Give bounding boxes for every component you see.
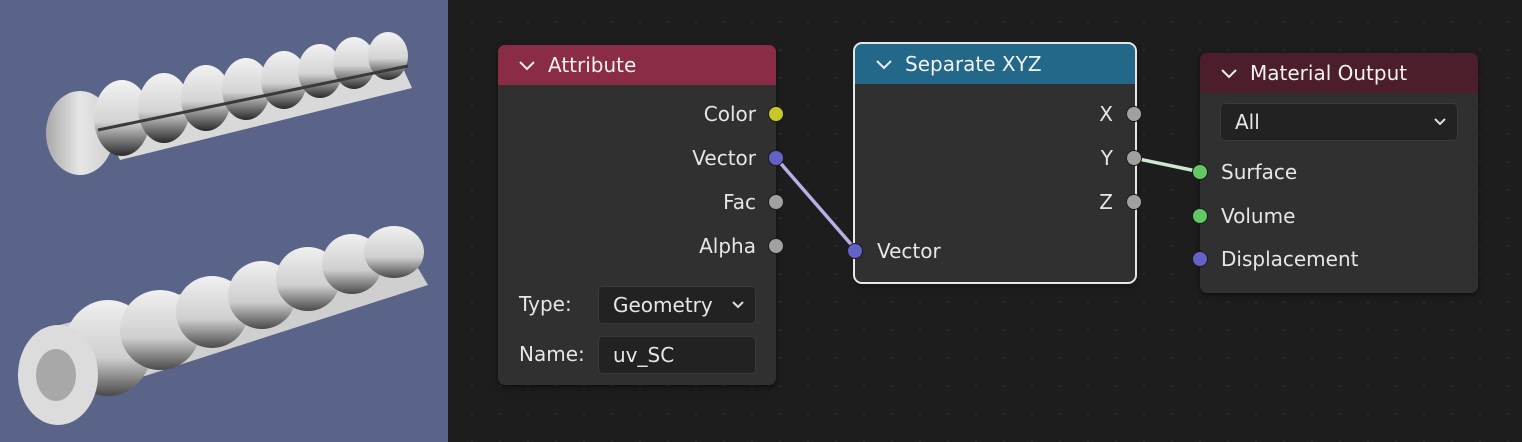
input-surface-label: Surface [1221,160,1298,184]
node-editor[interactable]: Attribute Color Vector Fac Alpha Type: G… [448,0,1522,442]
separate-xyz-node[interactable]: Separate XYZ X Y Z Vector [847,42,1142,284]
output-x-socket[interactable] [1126,106,1142,122]
chevron-down-icon [1433,104,1447,151]
output-fac-socket[interactable] [768,194,784,210]
output-color-label: Color [703,102,756,126]
separate-xyz-node-header[interactable]: Separate XYZ [855,44,1135,84]
output-z-socket[interactable] [1126,194,1142,210]
link-vector [774,156,858,252]
input-displacement-socket[interactable] [1192,251,1208,267]
output-vector-socket[interactable] [768,150,784,166]
output-fac-label: Fac [723,190,756,214]
output-alpha-label: Alpha [699,234,756,258]
node-title: Separate XYZ [905,52,1042,76]
screw-object-bottom[interactable] [18,226,428,425]
chevron-down-icon [731,287,745,334]
input-displacement-label: Displacement [1221,247,1359,271]
screw-object-top[interactable] [46,32,412,175]
node-title: Attribute [548,53,637,77]
input-surface-socket[interactable] [1192,164,1208,180]
output-z-label: Z [1099,190,1113,214]
output-x-label: X [1099,102,1113,126]
node-title: Material Output [1250,61,1408,85]
name-input[interactable]: uv_SC [598,336,756,374]
chevron-down-icon[interactable] [1220,61,1242,85]
3d-viewport[interactable] [0,0,448,442]
chevron-down-icon[interactable] [518,53,540,77]
material-output-node-header[interactable]: Material Output [1200,53,1478,93]
output-color-socket[interactable] [768,106,784,122]
attribute-node[interactable]: Attribute Color Vector Fac Alpha Type: G… [498,45,784,385]
output-y-label: Y [1100,146,1113,170]
type-label: Type: [519,292,572,316]
name-label: Name: [519,342,585,366]
input-volume-label: Volume [1221,204,1296,228]
input-volume-socket[interactable] [1192,208,1208,224]
output-y-socket[interactable] [1126,150,1142,166]
material-output-node[interactable]: Material Output All Surface Volume Displ… [1192,53,1478,293]
attribute-node-header[interactable]: Attribute [498,45,776,85]
type-value: Geometry [613,293,713,317]
link-y-surface [1133,156,1202,174]
type-dropdown[interactable]: Geometry [598,286,756,324]
input-vector-socket[interactable] [847,243,863,259]
input-vector-label: Vector [877,239,941,263]
target-dropdown[interactable]: All [1220,103,1458,141]
output-alpha-socket[interactable] [768,238,784,254]
target-value: All [1235,110,1260,134]
output-vector-label: Vector [692,146,756,170]
chevron-down-icon[interactable] [875,52,897,76]
